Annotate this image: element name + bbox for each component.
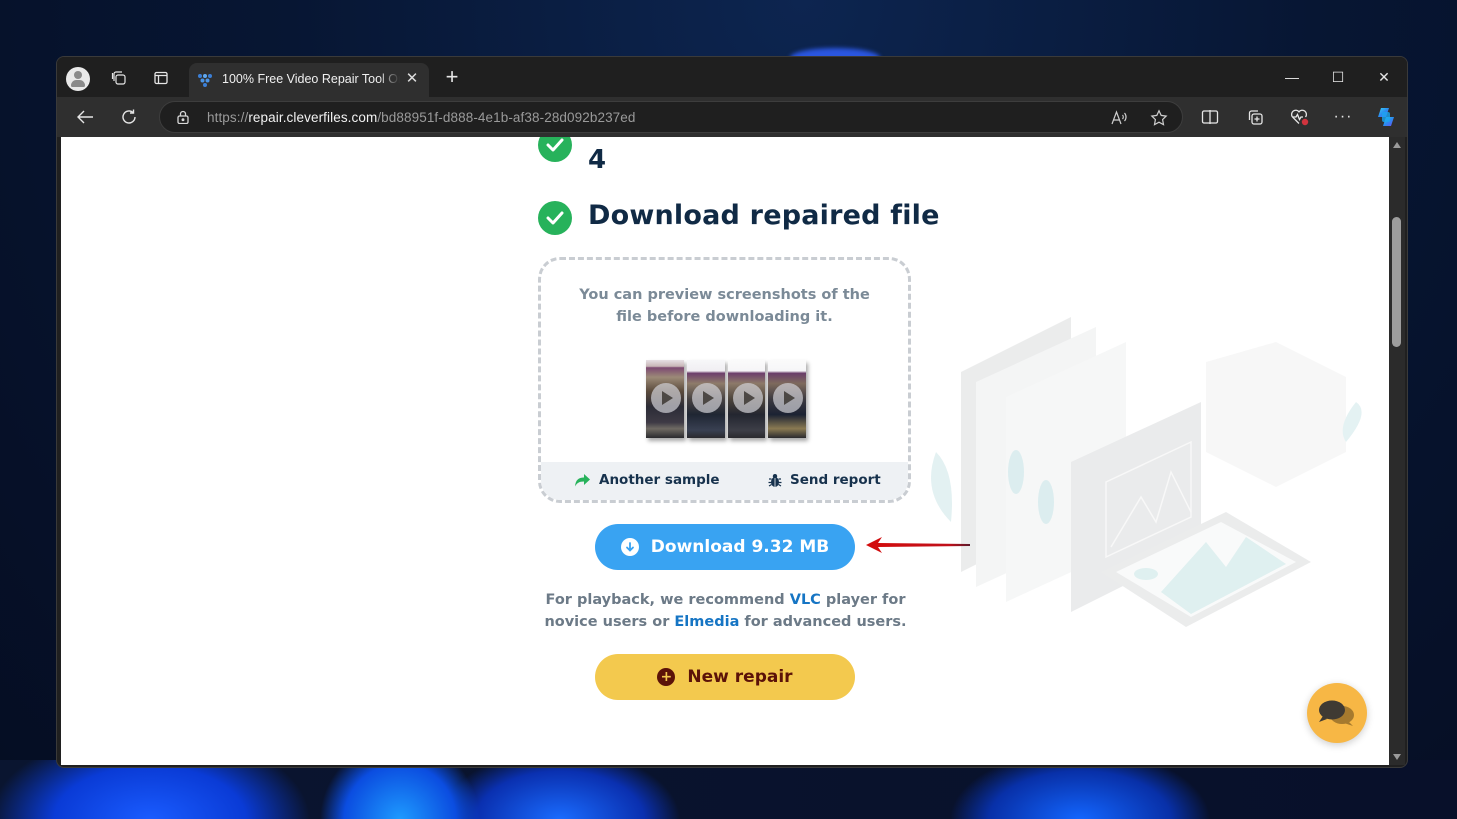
new-repair-button[interactable]: + New repair (595, 654, 855, 700)
play-icon (651, 383, 681, 413)
collections-icon[interactable] (1242, 105, 1268, 129)
scroll-up-arrow-icon[interactable] (1393, 142, 1401, 148)
favorite-star-icon[interactable] (1148, 107, 1170, 129)
preview-thumbnails (646, 360, 806, 438)
player-recommendation: For playback, we recommend VLC player fo… (544, 592, 907, 630)
back-arrow-icon (77, 110, 93, 124)
chat-button[interactable] (1307, 683, 1367, 743)
vertical-scrollbar[interactable] (1389, 137, 1405, 765)
workspaces-icon[interactable] (106, 65, 132, 91)
step-complete-check-icon (538, 137, 572, 162)
vlc-link[interactable]: VLC (790, 592, 821, 608)
annotation-arrow (866, 537, 970, 553)
back-button[interactable] (71, 104, 99, 130)
refresh-button[interactable] (115, 104, 143, 130)
scroll-thumb[interactable] (1392, 217, 1401, 347)
play-icon (691, 383, 722, 413)
tab-actions-icon[interactable] (148, 65, 174, 91)
previous-step-title: 4 (588, 145, 607, 175)
copilot-icon[interactable] (1373, 105, 1399, 129)
tab-active[interactable]: 100% Free Video Repair Tool Online ✕ (189, 63, 429, 97)
browser-essentials-icon[interactable] (1287, 105, 1313, 129)
desktop-wallpaper (0, 760, 1457, 819)
preview-thumbnail[interactable] (768, 360, 806, 438)
send-report-label: Send report (790, 472, 881, 488)
new-repair-label: New repair (687, 667, 793, 687)
elmedia-link[interactable]: Elmedia (674, 614, 739, 630)
chat-bubbles-icon (1319, 700, 1354, 726)
tab-strip: 100% Free Video Repair Tool Online ✕ + —… (57, 57, 1407, 97)
url-text[interactable]: https://repair.cleverfiles.com/bd88951f-… (207, 110, 636, 125)
preview-thumbnail[interactable] (686, 360, 725, 438)
address-bar[interactable]: https://repair.cleverfiles.com/bd88951f-… (159, 101, 1183, 133)
preview-thumbnail[interactable] (646, 360, 684, 438)
tab-title: 100% Free Video Repair Tool Online (222, 72, 400, 86)
preview-thumbnail[interactable] (727, 360, 766, 438)
download-button-label: Download 9.32 MB (650, 537, 830, 557)
another-sample-button[interactable]: Another sample (574, 472, 720, 488)
step-title: Download repaired file (588, 200, 940, 231)
maximize-button[interactable]: ☐ (1315, 63, 1361, 91)
lock-icon[interactable] (176, 110, 190, 124)
preview-card: You can preview screenshots of the file … (538, 257, 911, 503)
background-illustration (931, 317, 1362, 627)
download-button[interactable]: Download 9.32 MB (595, 524, 855, 570)
tab-close-icon[interactable]: ✕ (403, 70, 421, 88)
browser-window: 100% Free Video Repair Tool Online ✕ + —… (56, 56, 1408, 768)
preview-card-footer: Another sample Send report (541, 462, 908, 500)
minimize-button[interactable]: — (1269, 63, 1315, 91)
navigation-toolbar: https://repair.cleverfiles.com/bd88951f-… (57, 97, 1407, 137)
scroll-down-arrow-icon[interactable] (1393, 754, 1401, 760)
more-menu-icon[interactable]: ··· (1330, 105, 1356, 129)
play-icon (732, 383, 763, 413)
refresh-icon (122, 109, 136, 124)
another-sample-label: Another sample (599, 472, 720, 488)
web-page: 4 Download repaired file You can preview… (61, 137, 1389, 765)
close-window-button[interactable]: ✕ (1361, 63, 1407, 91)
share-arrow-icon (575, 474, 590, 487)
preview-description: You can preview screenshots of the file … (579, 287, 870, 325)
profile-avatar[interactable] (66, 67, 90, 91)
cleverfiles-logo-icon (198, 74, 212, 87)
read-aloud-icon[interactable] (1108, 107, 1130, 129)
step-complete-check-icon (538, 201, 572, 235)
send-report-button[interactable]: Send report (768, 472, 881, 488)
bug-icon (768, 473, 782, 487)
new-tab-button[interactable]: + (439, 65, 465, 91)
download-icon (620, 538, 639, 556)
split-screen-icon[interactable] (1197, 105, 1223, 129)
plus-circle-icon: + (657, 668, 676, 686)
play-icon (773, 383, 804, 413)
